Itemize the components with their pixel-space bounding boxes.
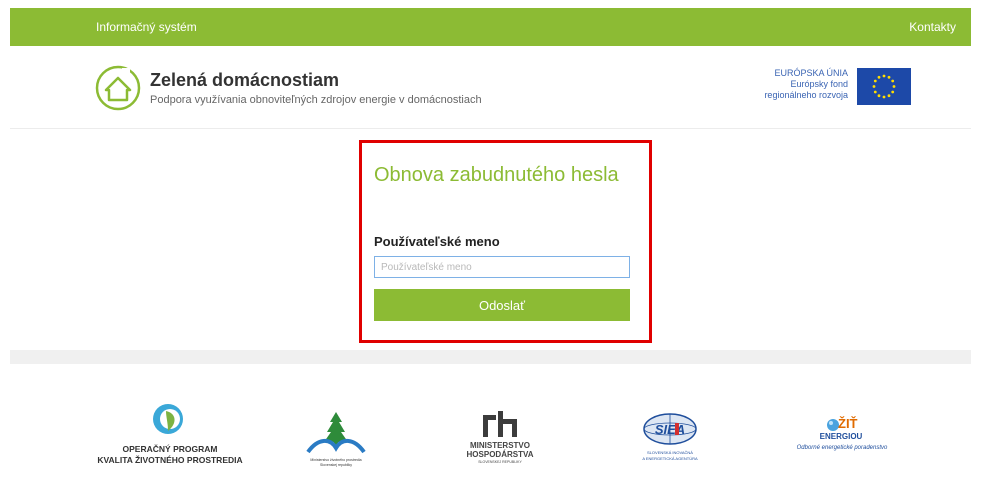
eu-flag-icon [857,68,911,105]
eu-line-2: Európsky fond [790,79,848,89]
header-separator [10,128,971,129]
mh-line-2: HOSPODÁRSTVA [466,450,534,459]
brand-title: Zelená domácnostiam [150,70,340,90]
ministry-env-line-2: Slovenskej republiky [320,463,352,467]
ministry-environment-logo-icon[interactable] [306,410,366,454]
ministry-environment-caption: Ministerstvo životného prostredia Sloven… [288,458,384,468]
ministry-economy-caption: MINISTERSTVO HOSPODÁRSTVA SLOVENSKEJ REP… [445,441,555,465]
top-navigation-bar: Informačný systém Kontakty [10,8,971,46]
op-line-1: OPERAČNÝ PROGRAM [122,444,218,454]
eu-line-3: regionálneho rozvoja [764,90,848,100]
form-title: Obnova zabudnutého hesla [374,164,619,186]
zit-caption: Odborné energetické poradenstvo [796,445,888,451]
siea-caption: SLOVENSKÁ INOVAČNÁ A ENERGETICKÁ AGENTÚR… [610,450,730,462]
submit-button[interactable]: Odoslať [374,289,630,321]
mh-line-3: SLOVENSKEJ REPUBLIKY [478,460,522,464]
eu-fund-label: EURÓPSKA ÚNIA Európsky fond regionálneho… [726,68,848,101]
username-label: Používateľské meno [374,234,500,249]
contacts-link[interactable]: Kontakty [909,20,956,34]
zit-wordmark: ŽIŤ [838,416,858,431]
zit-subword: ENERGIOU [819,432,863,441]
username-input[interactable] [374,256,630,278]
footer-separator-band [10,350,971,364]
brand-subtitle: Podpora využívania obnoviteľných zdrojov… [150,94,482,106]
svg-text:SIEA: SIEA [655,422,685,437]
system-title[interactable]: Informačný systém [96,20,197,34]
op-line-2: KVALITA ŽIVOTNÉHO PROSTREDIA [97,455,243,465]
ministry-economy-logo-icon[interactable] [482,411,518,437]
house-leaf-logo-icon[interactable] [94,64,142,112]
op-kzp-caption: OPERAČNÝ PROGRAM KVALITA ŽIVOTNÉHO PROST… [80,444,260,466]
siea-line-2: A ENERGETICKÁ AGENTÚRA [642,456,698,461]
siea-logo-icon[interactable]: SIEA [642,412,698,446]
eu-line-1: EURÓPSKA ÚNIA [774,68,848,78]
op-kzp-logo-icon[interactable] [150,401,186,437]
mh-line-1: MINISTERSTVO [469,441,530,450]
